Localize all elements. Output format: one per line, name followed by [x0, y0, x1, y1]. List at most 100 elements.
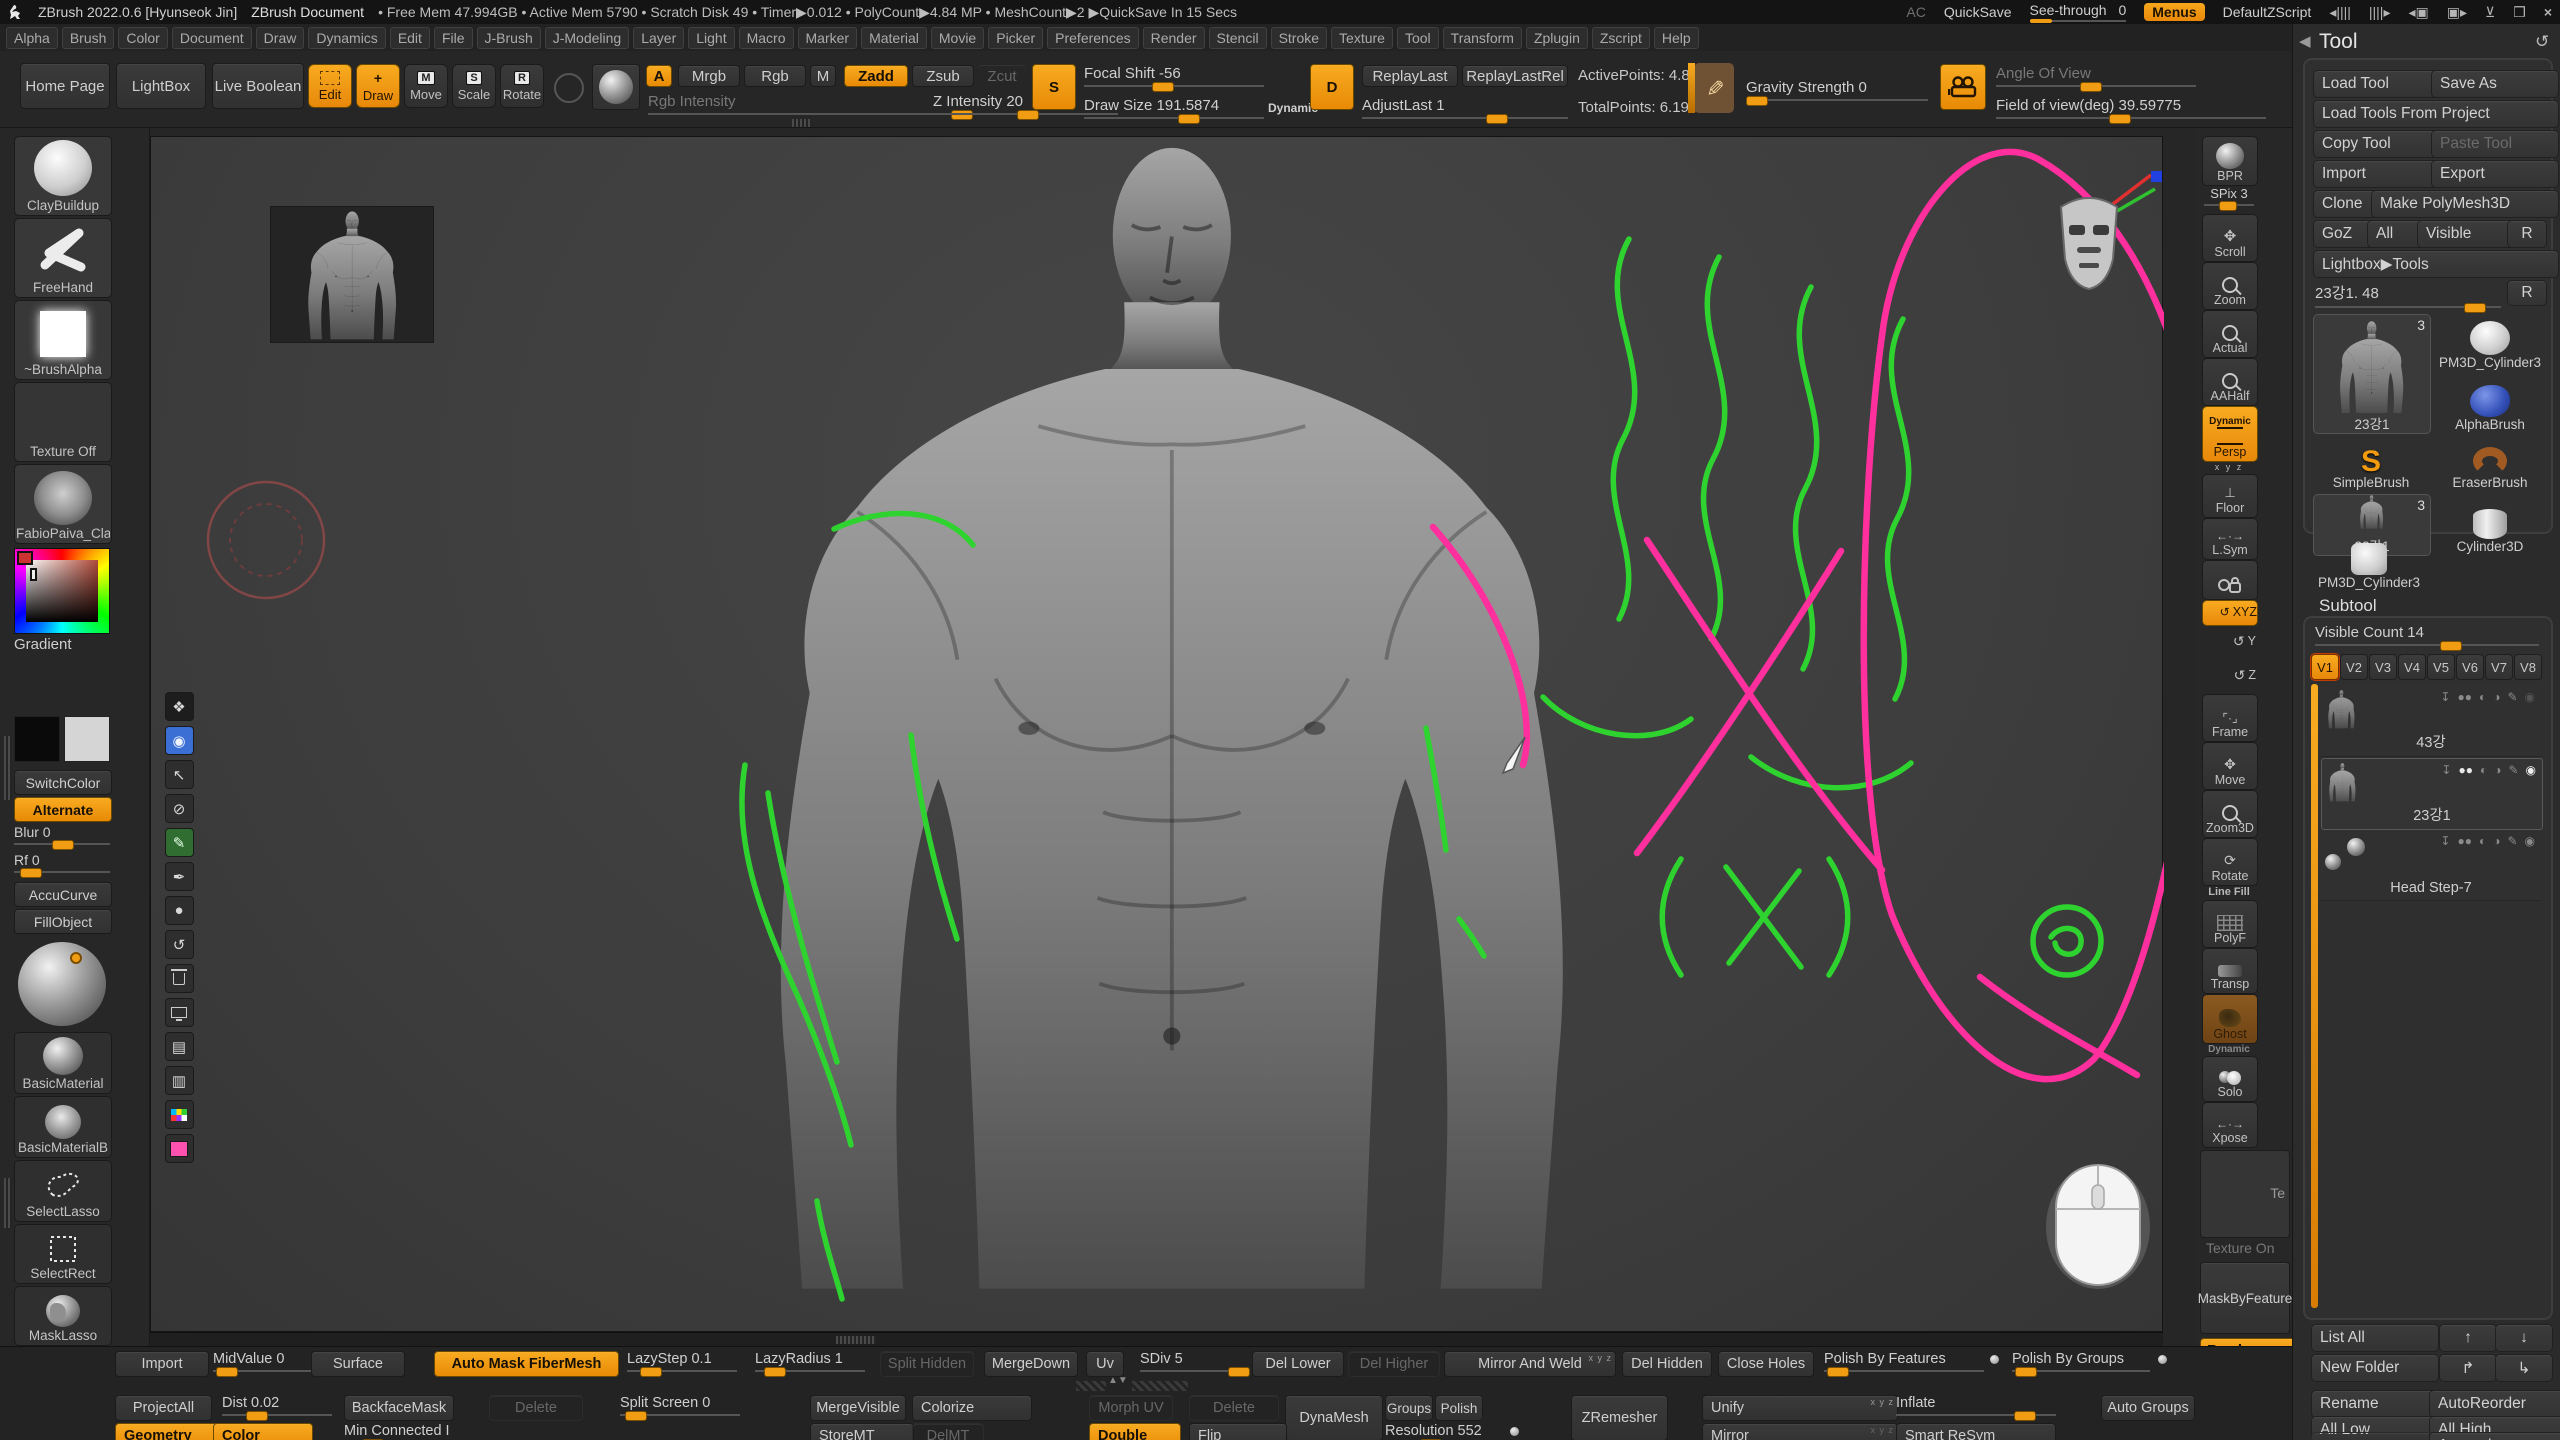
double-button[interactable]: Double [1089, 1423, 1181, 1440]
menu-alpha[interactable]: Alpha [6, 27, 58, 49]
slider-handle[interactable] [2015, 1367, 2037, 1377]
polish-by-groups-slider[interactable]: Polish By Groups [2012, 1351, 2150, 1372]
unify-button[interactable]: Unify x y z [1702, 1395, 1898, 1421]
spix-slider[interactable]: SPix 3 [2204, 186, 2254, 206]
slider-handle[interactable] [1152, 82, 1174, 92]
sculptris-pro-icon[interactable] [554, 73, 584, 103]
polyframe-button[interactable]: PolyF [2202, 900, 2258, 948]
menu-zscript[interactable]: Zscript [1592, 27, 1650, 49]
slider-handle[interactable] [2014, 1411, 2036, 1421]
window-layout-left-icon[interactable]: ◂▣ [2408, 4, 2428, 21]
resolution-slider[interactable]: Resolution 552 [1385, 1423, 1503, 1440]
default-zscript-button[interactable]: DefaultZScript [2223, 4, 2312, 20]
menu-draw[interactable]: Draw [256, 27, 305, 49]
tool-item[interactable]: Cylinder3D [2437, 494, 2543, 554]
tray-collapse-left-icon[interactable]: ◂|||| [2329, 4, 2351, 21]
hue-cursor[interactable] [17, 551, 33, 565]
slider-handle[interactable] [1827, 1367, 1849, 1377]
screen-capture-icon[interactable] [165, 998, 194, 1027]
restore-icon[interactable]: ❒ [2513, 4, 2526, 21]
del-higher-button[interactable]: Del Higher [1348, 1351, 1440, 1377]
accucurve-button[interactable]: AccuCurve [14, 882, 112, 907]
copy-tool-button[interactable]: Copy Tool [2313, 130, 2443, 158]
gradient-label[interactable]: Gradient [14, 636, 110, 653]
uv-button[interactable]: Uv [1086, 1351, 1124, 1377]
current-material-button[interactable]: FabioPaiva_Clay2 [14, 464, 112, 544]
menu-transform[interactable]: Transform [1443, 27, 1522, 49]
slider-handle[interactable] [1178, 114, 1200, 124]
subtool-tab-v1[interactable]: V1 [2311, 654, 2339, 680]
slider-handle[interactable] [1486, 114, 1508, 124]
lightbox-tools-button[interactable]: Lightbox▶Tools [2313, 250, 2559, 278]
replay-last-rel-button[interactable]: ReplayLastRel [1462, 65, 1568, 87]
home-page-button[interactable]: Home Page [20, 63, 110, 109]
minimize-icon[interactable]: ⊻ [2485, 4, 2495, 21]
scale-mode-button[interactable]: S Scale [452, 64, 496, 108]
move-into-folder-icon[interactable]: ↳ [2495, 1354, 2553, 1382]
del-mt-button[interactable]: DelMT [912, 1423, 984, 1440]
menus-toggle-button[interactable]: Menus [2144, 3, 2204, 21]
rotate-z-button[interactable]: ↺Z [2202, 660, 2256, 692]
lazyradius-slider[interactable]: LazyRadius 1 [755, 1351, 865, 1372]
lightbox-button[interactable]: LightBox [116, 63, 206, 109]
flip-button[interactable]: Flip [1189, 1423, 1287, 1440]
transparency-button[interactable]: Transp [2202, 948, 2258, 994]
load-tool-button[interactable]: Load Tool [2313, 70, 2443, 98]
subtool-row-selected[interactable]: ↧ ●● ◐ ◑ ✎ ◉ 23강1 [2321, 758, 2543, 830]
basic-material-button[interactable]: BasicMaterial [14, 1032, 112, 1094]
lazystep-slider[interactable]: LazyStep 0.1 [627, 1351, 737, 1372]
subtool-row[interactable]: ↧ ●● ◐ ◑ ✎ ◉ 43강 [2321, 686, 2541, 757]
material-preview-button[interactable] [592, 64, 640, 110]
current-stroke-button[interactable]: FreeHand [14, 218, 112, 298]
subtool-title[interactable]: Subtool [2319, 596, 2377, 616]
slider-handle[interactable] [246, 1411, 268, 1421]
subtool-list-icon[interactable]: ↧ [2440, 834, 2450, 848]
subtool-contrast-icon[interactable]: ◑ [2493, 690, 2500, 704]
menu-document[interactable]: Document [172, 27, 252, 49]
color-picker[interactable] [14, 548, 110, 634]
del-hidden-button[interactable]: Del Hidden [1622, 1351, 1712, 1377]
subtool-uv-icon[interactable]: ◐ [2479, 690, 2486, 704]
colorize-button[interactable]: Colorize [912, 1395, 1032, 1421]
smart-resym-button[interactable]: Smart ReSym [1896, 1423, 2056, 1440]
solo-button[interactable]: Solo [2202, 1056, 2258, 1102]
rotate-mode-button[interactable]: R Rotate [500, 64, 544, 108]
clipboard-icon[interactable]: ▤ [165, 1032, 194, 1061]
move-3d-button[interactable]: ✥Move [2202, 742, 2258, 790]
slider-handle[interactable] [216, 1367, 238, 1377]
inflate-slider[interactable]: Inflate [1896, 1395, 2056, 1416]
subtool-eye-icon[interactable]: ◉ [2525, 690, 2535, 704]
menu-light[interactable]: Light [688, 27, 734, 49]
basic-material-b-button[interactable]: BasicMaterialB [14, 1096, 112, 1158]
scroll-button[interactable]: ✥Scroll [2202, 214, 2258, 262]
trash-icon[interactable] [165, 964, 194, 993]
edit-mode-button[interactable]: Edit [308, 64, 352, 108]
slider-handle[interactable] [2219, 201, 2237, 211]
close-holes-button[interactable]: Close Holes [1718, 1351, 1814, 1377]
actual-size-button[interactable]: Actual [2202, 310, 2258, 358]
polish-features-mode-dot[interactable] [1990, 1355, 1999, 1364]
polish-button[interactable]: Polish [1435, 1395, 1483, 1421]
floor-axis-toggles[interactable]: x y z [2206, 462, 2252, 472]
slider-handle[interactable] [2464, 303, 2486, 313]
subtool-uv-icon[interactable]: ◐ [2480, 763, 2487, 777]
subtool-brush-icon[interactable]: ✎ [2507, 834, 2517, 848]
color-palette-icon[interactable] [165, 1100, 194, 1129]
mirror-and-weld-button[interactable]: Mirror And Weld x y z [1444, 1351, 1616, 1377]
aahalf-button[interactable]: AAHalf [2202, 358, 2258, 406]
tray-resize-grip[interactable] [4, 736, 12, 800]
subtool-eye-icon[interactable]: ◉ [2526, 763, 2536, 777]
subtool-brush-icon[interactable]: ✎ [2508, 763, 2518, 777]
move-mode-button[interactable]: M Move [404, 64, 448, 108]
goz-visible-button[interactable]: Visible [2417, 220, 2521, 248]
persp-button[interactable]: Dynamic Persp [2202, 406, 2258, 462]
auto-groups-button[interactable]: Auto Groups [2101, 1395, 2195, 1421]
subtool-polypaint-icon[interactable]: ●● [2457, 690, 2472, 704]
delete-button-2[interactable]: Delete [1189, 1395, 1279, 1421]
alternate-button[interactable]: Alternate [14, 797, 112, 822]
menu-j-modeling[interactable]: J-Modeling [545, 27, 629, 49]
sculpt-viewport[interactable] [151, 137, 2164, 1333]
subtool-tab-v4[interactable]: V4 [2398, 654, 2426, 680]
slider-handle[interactable] [52, 840, 74, 850]
polish-by-features-slider[interactable]: Polish By Features [1824, 1351, 1984, 1372]
